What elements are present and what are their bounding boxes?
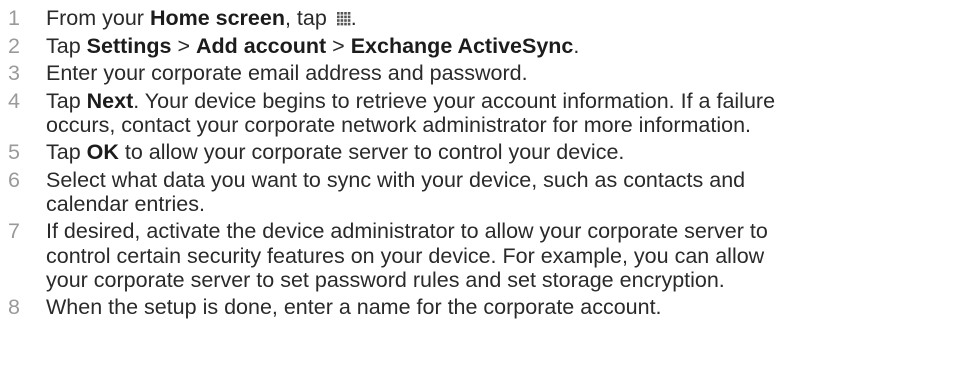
step-emphasis: Next	[86, 88, 134, 113]
step-text: calendar entries.	[46, 191, 205, 216]
step-text: .	[573, 33, 580, 58]
step-emphasis: Settings	[86, 33, 172, 58]
step-emphasis: Add account	[195, 33, 327, 58]
step-number: 4	[8, 88, 20, 113]
step-text: , tap	[284, 6, 333, 30]
step-text: Tap	[46, 140, 87, 165]
setup-steps-list: 1 From your Home screen, tap . 2 Tap Settin…	[0, 6, 969, 323]
step-item: 8 When the setup is done, enter a name fo…	[0, 295, 969, 319]
step-text: to allow your corporate server to contro…	[118, 140, 625, 165]
step-text: >	[171, 33, 196, 58]
step-emphasis: OK	[86, 140, 119, 165]
step-text: Tap	[46, 33, 87, 58]
step-emphasis: Home screen	[149, 6, 285, 30]
step-number: 1	[8, 6, 20, 30]
step-item: 6 Select what data you want to sync with …	[0, 168, 969, 216]
step-text: occurs, contact your corporate network a…	[46, 112, 752, 137]
step-text: Tap	[46, 88, 87, 113]
step-item: 7 If desired, activate the device adminis…	[0, 219, 969, 292]
step-number: 5	[8, 140, 20, 165]
step-text: control certain security features on you…	[46, 243, 765, 268]
step-number: 2	[8, 33, 20, 58]
step-text: From your	[46, 6, 150, 30]
cut-off-heading	[0, 0, 969, 3]
step-number: 7	[8, 219, 20, 244]
apps-grid-icon	[336, 7, 351, 26]
step-text: Enter your corporate email address and p…	[46, 61, 528, 85]
step-number: 3	[8, 61, 20, 85]
step-item: 5 Tap OK to allow your corporate server t…	[0, 140, 969, 164]
step-text: . Your device begins to retrieve your ac…	[133, 88, 776, 113]
step-item: 1 From your Home screen, tap .	[0, 6, 969, 30]
step-number: 6	[8, 167, 20, 192]
step-text: If desired, activate the device administ…	[46, 219, 768, 244]
step-number: 8	[8, 295, 20, 320]
step-emphasis: Exchange ActiveSync	[350, 33, 574, 58]
step-text: .	[350, 6, 357, 30]
step-text: your corporate server to set password ru…	[46, 267, 725, 292]
step-text: >	[326, 33, 351, 58]
step-item: 3 Enter your corporate email address and …	[0, 61, 969, 85]
step-item: 2 Tap Settings > Add account > Exchange A…	[0, 34, 969, 58]
step-text: When the setup is done, enter a name for…	[46, 295, 662, 320]
step-item: 4 Tap Next. Your device begins to retriev…	[0, 89, 969, 137]
step-text: Select what data you want to sync with y…	[46, 167, 746, 192]
